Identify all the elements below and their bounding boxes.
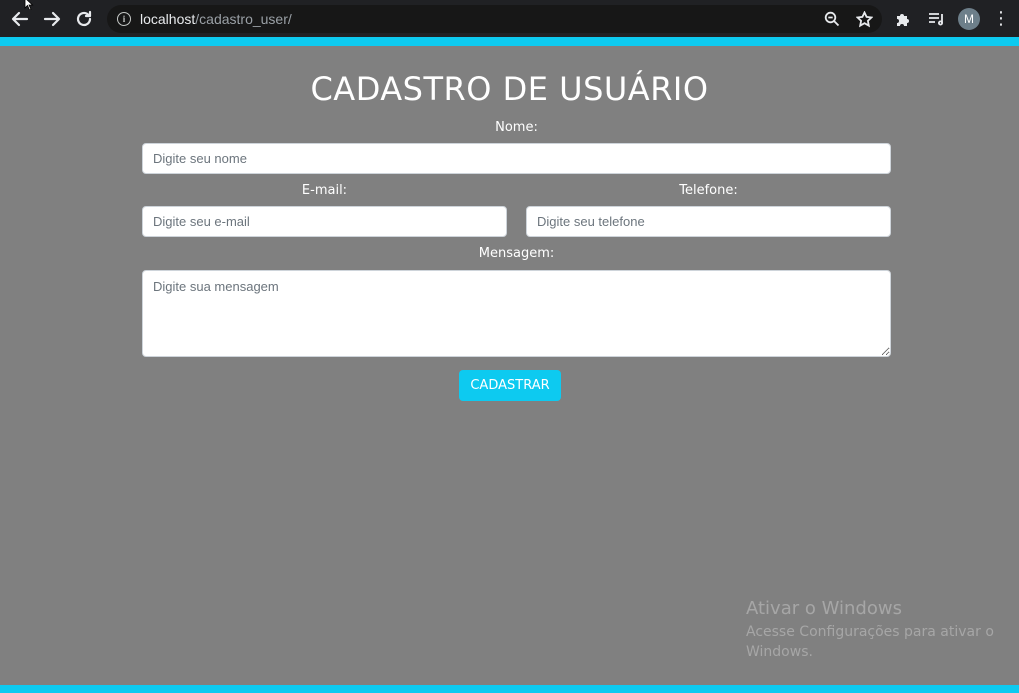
windows-activation-watermark: Ativar o Windows Acesse Configurações pa… — [746, 598, 996, 662]
address-bar[interactable]: i localhost/cadastro_user/ — [107, 5, 882, 33]
url-host: localhost — [140, 11, 196, 27]
email-label: E-mail: — [301, 183, 348, 198]
phone-input[interactable] — [526, 206, 891, 237]
reload-icon[interactable] — [68, 3, 100, 35]
name-label: Nome: — [495, 120, 538, 135]
watermark-subtitle: Acesse Configurações para ativar o Windo… — [746, 624, 994, 660]
media-queue-icon[interactable] — [924, 6, 950, 32]
name-input[interactable] — [142, 143, 891, 174]
top-accent-bar — [0, 37, 1019, 46]
extensions-puzzle-icon[interactable] — [890, 6, 916, 32]
url-path: /cadastro_user/ — [195, 11, 292, 27]
more-menu-icon[interactable]: ⋮ — [988, 6, 1014, 32]
watermark-title: Ativar o Windows — [746, 598, 902, 619]
zoom-icon[interactable] — [820, 7, 844, 31]
bottom-accent-bar — [0, 685, 1019, 693]
mouse-cursor-icon — [24, 0, 34, 10]
page-title: CADASTRO DE USUÁRIO — [310, 70, 709, 108]
url-text[interactable]: localhost/cadastro_user/ — [140, 11, 292, 27]
email-input[interactable] — [142, 206, 507, 237]
site-info-icon[interactable]: i — [117, 12, 131, 26]
profile-avatar[interactable]: M — [958, 8, 980, 30]
message-label: Mensagem: — [478, 246, 555, 261]
submit-button[interactable]: CADASTRAR — [459, 370, 561, 401]
phone-label: Telefone: — [679, 183, 738, 198]
bookmark-star-icon[interactable] — [852, 7, 876, 31]
forward-arrow-icon[interactable] — [36, 3, 68, 35]
message-textarea[interactable] — [142, 270, 891, 357]
